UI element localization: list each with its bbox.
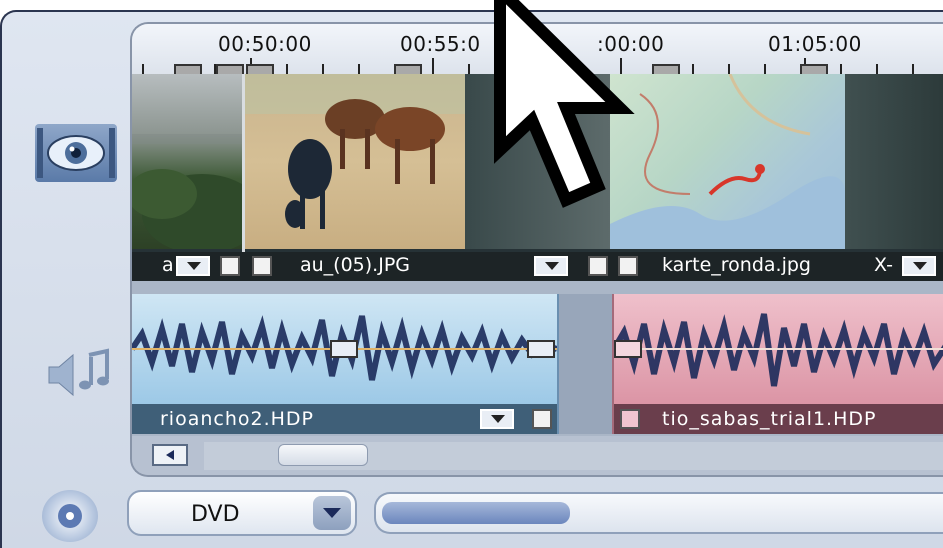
ruler-tick	[840, 64, 842, 74]
ruler-tick	[912, 64, 914, 74]
audio-clip[interactable]: tio_sabas_trial1.HDP	[612, 294, 943, 434]
audio-clip-label: rioancho2.HDP	[160, 408, 315, 430]
ruler-tick	[432, 58, 434, 74]
volume-handle[interactable]	[614, 340, 642, 358]
clip-select-box[interactable]	[220, 256, 240, 276]
goats-image	[245, 74, 465, 229]
output-format-value: DVD	[191, 502, 240, 527]
ruler-tick	[322, 64, 324, 74]
ruler-tick	[286, 64, 288, 74]
eye-film-icon	[37, 128, 115, 178]
audio-gap	[559, 294, 612, 434]
clip-menu-dropdown[interactable]	[480, 409, 514, 429]
transition-area[interactable]	[845, 74, 943, 249]
ruler-tick	[764, 64, 766, 74]
video-clip-label: karte_ronda.jpg	[662, 254, 811, 276]
ruler-tick	[142, 64, 144, 74]
timeline-scrollbar[interactable]	[132, 436, 943, 475]
video-clip-thumbnail[interactable]	[245, 74, 465, 249]
ruler-label: 00:50:00	[218, 32, 312, 56]
ruler-tick	[358, 64, 360, 74]
disc-icon	[58, 504, 82, 528]
clip-select-box[interactable]	[618, 256, 638, 276]
video-clip-label: au_(05).JPG	[300, 254, 411, 276]
arrow-left-icon	[166, 450, 174, 460]
mouse-pointer-icon	[494, 0, 635, 208]
clip-menu-dropdown[interactable]	[176, 256, 210, 276]
scroll-thumb[interactable]	[278, 444, 368, 466]
clip-select-box[interactable]	[620, 409, 640, 429]
volume-handle[interactable]	[527, 340, 555, 358]
clip-select-box[interactable]	[252, 256, 272, 276]
landscape-image	[132, 134, 262, 254]
video-clip-label: X-	[874, 254, 893, 276]
disc-button[interactable]	[42, 490, 98, 542]
audio-track-icon[interactable]	[45, 345, 115, 400]
dropdown-arrow-button[interactable]	[313, 496, 351, 530]
audio-waveform	[614, 313, 943, 387]
progress-fill	[382, 502, 570, 524]
clip-menu-dropdown[interactable]	[534, 256, 568, 276]
video-track-icon[interactable]	[35, 124, 117, 182]
clip-select-box[interactable]	[532, 409, 552, 429]
output-format-dropdown[interactable]: DVD	[127, 490, 357, 536]
bottom-toolbar: DVD	[0, 480, 943, 548]
progress-bar	[374, 492, 943, 534]
clip-select-box[interactable]	[588, 256, 608, 276]
audio-clip[interactable]: rioancho2.HDP	[132, 294, 559, 434]
audio-clip-label: tio_sabas_trial1.HDP	[662, 408, 877, 430]
speaker-note-icon	[48, 348, 109, 397]
ruler-tick	[692, 64, 694, 74]
ruler-tick	[728, 64, 730, 74]
scroll-left-button[interactable]	[152, 444, 188, 466]
ruler-tick	[876, 64, 878, 74]
ruler-label: 00:55:0	[400, 32, 481, 56]
clip-menu-dropdown[interactable]	[902, 256, 936, 276]
ruler-label: 01:05:00	[768, 32, 862, 56]
video-clip-thumbnail[interactable]	[132, 74, 262, 254]
video-clip-label: a	[162, 254, 174, 276]
volume-handle[interactable]	[330, 340, 358, 358]
chevron-down-icon	[323, 508, 341, 518]
